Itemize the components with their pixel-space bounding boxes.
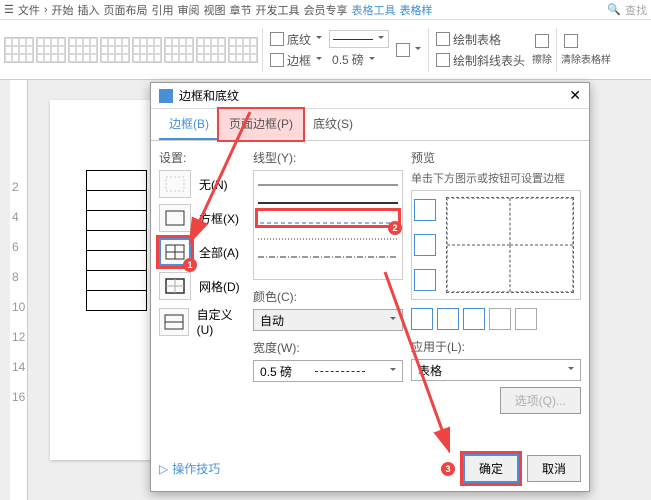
badge-1: 1 bbox=[183, 258, 197, 272]
preview-hint: 单击下方图示或按钮可设置边框 bbox=[411, 170, 581, 186]
line-style-list[interactable]: 2 bbox=[253, 170, 403, 280]
ribbon: 底纹 边框 0.5 磅 绘制表格 绘制斜线表头 擦除 清除表格样 bbox=[0, 20, 651, 80]
cancel-button[interactable]: 取消 bbox=[527, 455, 581, 482]
shading-button[interactable]: 底纹 bbox=[267, 30, 325, 49]
tab-shading[interactable]: 底纹(S) bbox=[303, 109, 363, 140]
setting-label: 设置: bbox=[159, 149, 245, 166]
line-dashed-selected[interactable]: 2 bbox=[258, 211, 398, 225]
pen-icon bbox=[396, 43, 410, 57]
app-icon bbox=[159, 89, 173, 103]
eraser-label: 擦除 bbox=[532, 51, 552, 66]
vertical-ruler: 246 81012 1416 bbox=[10, 80, 28, 500]
ok-button[interactable]: 确定 bbox=[463, 454, 519, 483]
clear-button[interactable] bbox=[561, 33, 611, 49]
opt-box[interactable]: 方框(X) bbox=[159, 204, 245, 232]
apply-select[interactable]: 表格 bbox=[411, 359, 581, 381]
document-table[interactable] bbox=[86, 170, 147, 311]
table-icon bbox=[436, 32, 450, 46]
line-width-select[interactable]: 0.5 磅 bbox=[329, 50, 389, 69]
preview-grid[interactable] bbox=[446, 197, 574, 293]
tab-layout[interactable]: 页面布局 bbox=[104, 2, 148, 18]
play-icon: ▷ bbox=[159, 462, 168, 476]
menu-bar: ☰ 文件 › 开始 插入 页面布局 引用 审阅 视图 章节 开发工具 会员专享 … bbox=[0, 0, 651, 20]
file-menu[interactable]: 文件 bbox=[18, 2, 40, 18]
options-button: 选项(Q)... bbox=[500, 387, 581, 414]
preview-btn-diag2[interactable] bbox=[515, 308, 537, 330]
preview-btn-top[interactable] bbox=[414, 199, 436, 221]
tab-view[interactable]: 视图 bbox=[204, 2, 226, 18]
border-button[interactable]: 边框 bbox=[267, 51, 325, 70]
opt-all[interactable]: 1全部(A) bbox=[159, 238, 245, 266]
preview-box bbox=[411, 190, 581, 300]
eraser-button[interactable] bbox=[532, 33, 552, 49]
badge-3: 3 bbox=[441, 462, 455, 476]
line-style-select[interactable] bbox=[329, 30, 389, 48]
line-color-select[interactable] bbox=[393, 42, 424, 58]
search-text[interactable]: 查找 bbox=[625, 2, 647, 18]
border-icon bbox=[270, 53, 284, 67]
preview-btn-vmid[interactable] bbox=[437, 308, 459, 330]
table-style-gallery[interactable] bbox=[4, 37, 258, 63]
preview-btn-mid[interactable] bbox=[414, 234, 436, 256]
preview-btn-diag1[interactable] bbox=[489, 308, 511, 330]
preview-btn-bot[interactable] bbox=[414, 269, 436, 291]
draw-table-button[interactable]: 绘制表格 bbox=[433, 30, 528, 49]
tab-table-tools[interactable]: 表格工具 bbox=[352, 2, 396, 18]
draw-diagonal-button[interactable]: 绘制斜线表头 bbox=[433, 51, 528, 70]
tab-ref[interactable]: 引用 bbox=[152, 2, 174, 18]
tab-review[interactable]: 审阅 bbox=[178, 2, 200, 18]
apply-label: 应用于(L): bbox=[411, 338, 581, 355]
linetype-label: 线型(Y): bbox=[253, 149, 403, 166]
tab-border[interactable]: 边框(B) bbox=[159, 109, 219, 140]
tips-link[interactable]: 操作技巧 bbox=[172, 460, 220, 477]
tab-table-style[interactable]: 表格样 bbox=[400, 2, 433, 18]
border-shading-dialog: 边框和底纹 ✕ 边框(B) 页面边框(P) 底纹(S) 设置: 无(N) 方框(… bbox=[150, 82, 590, 492]
color-label: 颜色(C): bbox=[253, 288, 403, 305]
clear-label: 清除表格样 bbox=[561, 51, 611, 66]
tab-page-border[interactable]: 页面边框(P) bbox=[219, 109, 303, 140]
tab-start[interactable]: 开始 bbox=[52, 2, 74, 18]
width-label: 宽度(W): bbox=[253, 339, 403, 356]
preview-btn-right[interactable] bbox=[463, 308, 485, 330]
chevron-icon: › bbox=[44, 4, 48, 16]
opt-grid[interactable]: 网格(D) bbox=[159, 272, 245, 300]
search-icon[interactable]: 🔍 bbox=[607, 3, 621, 16]
preview-label: 预览 bbox=[411, 149, 581, 166]
opt-custom[interactable]: 自定义(U) bbox=[159, 306, 245, 337]
tab-dev[interactable]: 开发工具 bbox=[256, 2, 300, 18]
tab-vip[interactable]: 会员专享 bbox=[304, 2, 348, 18]
diagonal-icon bbox=[436, 53, 450, 67]
bucket-icon bbox=[270, 32, 284, 46]
preview-btn-left[interactable] bbox=[411, 308, 433, 330]
dialog-title: 边框和底纹 bbox=[179, 87, 239, 104]
eraser-icon bbox=[535, 34, 549, 48]
color-select[interactable]: 自动 bbox=[253, 309, 403, 331]
tab-insert[interactable]: 插入 bbox=[78, 2, 100, 18]
clear-icon bbox=[564, 34, 578, 48]
dialog-titlebar: 边框和底纹 ✕ bbox=[151, 83, 589, 109]
tab-section[interactable]: 章节 bbox=[230, 2, 252, 18]
close-icon[interactable]: ✕ bbox=[569, 87, 581, 104]
menu-icon[interactable]: ☰ bbox=[4, 3, 14, 16]
opt-none[interactable]: 无(N) bbox=[159, 170, 245, 198]
dialog-tabs: 边框(B) 页面边框(P) 底纹(S) bbox=[151, 109, 589, 141]
width-select[interactable]: 0.5 磅 bbox=[253, 360, 403, 382]
